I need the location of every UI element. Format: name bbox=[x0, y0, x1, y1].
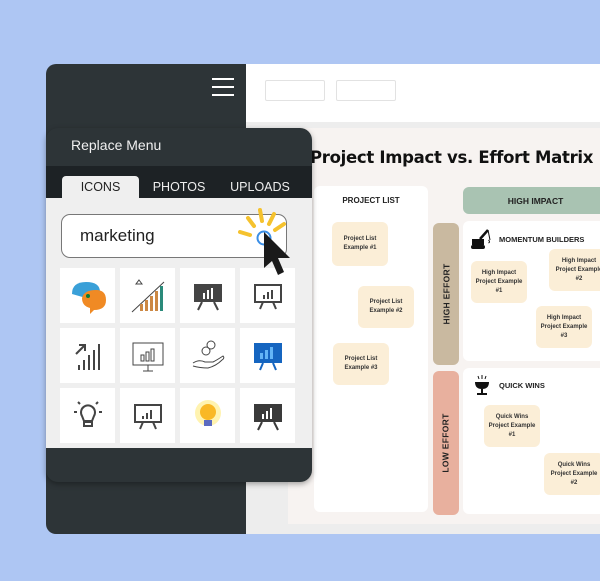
quadrant-title: MOMENTUM BUILDERS bbox=[499, 235, 585, 244]
icon-result[interactable] bbox=[120, 328, 175, 383]
quadrant-card[interactable]: High Impact Project Example #2 bbox=[549, 249, 600, 291]
presentation-easel-icon bbox=[132, 342, 163, 371]
icon-result[interactable] bbox=[60, 328, 115, 383]
top-toolbar bbox=[246, 64, 600, 122]
quick-wins-quadrant: QUICK WINS Quick Wins Project Example #1… bbox=[463, 368, 600, 514]
project-list-card[interactable]: Project List Example #3 bbox=[333, 343, 389, 385]
quadrant-card[interactable]: Quick Wins Project Example #2 bbox=[544, 453, 600, 495]
presentation-chart-icon bbox=[133, 403, 162, 429]
project-list-card[interactable]: Project List Example #1 bbox=[332, 222, 388, 266]
document-title: Project Impact vs. Effort Matrix bbox=[310, 148, 594, 167]
tab-icons[interactable]: ICONS bbox=[62, 176, 139, 198]
icon-result[interactable] bbox=[120, 388, 175, 443]
quadrant-card[interactable]: Quick Wins Project Example #1 bbox=[484, 405, 540, 447]
icon-result[interactable] bbox=[120, 268, 175, 323]
presentation-board-filled-icon bbox=[193, 283, 222, 310]
presentation-board-outline-icon bbox=[253, 283, 282, 309]
hamburger-icon[interactable] bbox=[212, 78, 234, 96]
low-effort-label: LOW EFFORT bbox=[433, 371, 459, 515]
crane-icon bbox=[471, 229, 491, 249]
lightbulb-outline-icon bbox=[73, 400, 102, 427]
tab-uploads[interactable]: UPLOADS bbox=[224, 176, 296, 198]
quadrant-title: QUICK WINS bbox=[499, 381, 545, 390]
icon-result[interactable] bbox=[240, 388, 295, 443]
tab-bar: ICONS PHOTOS UPLOADS bbox=[46, 166, 312, 198]
icon-result[interactable] bbox=[180, 328, 235, 383]
trophy-icon bbox=[475, 375, 489, 395]
icon-result[interactable] bbox=[240, 328, 295, 383]
replace-menu-panel: Replace Menu ICONS PHOTOS UPLOADS bbox=[46, 128, 312, 482]
momentum-builders-quadrant: MOMENTUM BUILDERS High Impact Project Ex… bbox=[463, 221, 600, 361]
matrix-document: Project Impact vs. Effort Matrix PROJECT… bbox=[288, 128, 600, 524]
icon-result[interactable] bbox=[60, 388, 115, 443]
icon-result[interactable] bbox=[180, 388, 235, 443]
quadrant-card[interactable]: High Impact Project Example #1 bbox=[471, 261, 527, 303]
low-effort-text: LOW EFFORT bbox=[441, 413, 451, 473]
mouse-cursor-icon bbox=[238, 208, 290, 275]
high-effort-label: HIGH EFFORT bbox=[433, 223, 459, 365]
search-input[interactable] bbox=[80, 225, 240, 247]
lightbulb-yellow-icon bbox=[194, 399, 221, 426]
toolbar-button-2[interactable] bbox=[336, 80, 396, 101]
signal-growth-icon bbox=[74, 343, 100, 370]
icon-result[interactable] bbox=[60, 268, 115, 323]
icon-result[interactable] bbox=[180, 268, 235, 323]
chat-eye-icon bbox=[71, 281, 106, 314]
blue-presentation-icon bbox=[253, 342, 282, 370]
quadrant-card[interactable]: High Impact Project Example #3 bbox=[536, 306, 592, 348]
toolbar-button-1[interactable] bbox=[265, 80, 325, 101]
panel-title: Replace Menu bbox=[71, 137, 162, 153]
high-impact-header: HIGH IMPACT bbox=[463, 187, 600, 214]
growth-chart-icon bbox=[131, 278, 164, 312]
project-list-title: PROJECT LIST bbox=[342, 196, 400, 205]
hand-coins-icon bbox=[192, 340, 224, 369]
project-list-card[interactable]: Project List Example #2 bbox=[358, 286, 414, 328]
project-list-column: PROJECT LIST Project List Example #1 Pro… bbox=[314, 186, 428, 512]
high-effort-text: HIGH EFFORT bbox=[441, 263, 452, 325]
presentation-dark-icon bbox=[253, 403, 282, 430]
tab-photos[interactable]: PHOTOS bbox=[146, 176, 212, 198]
